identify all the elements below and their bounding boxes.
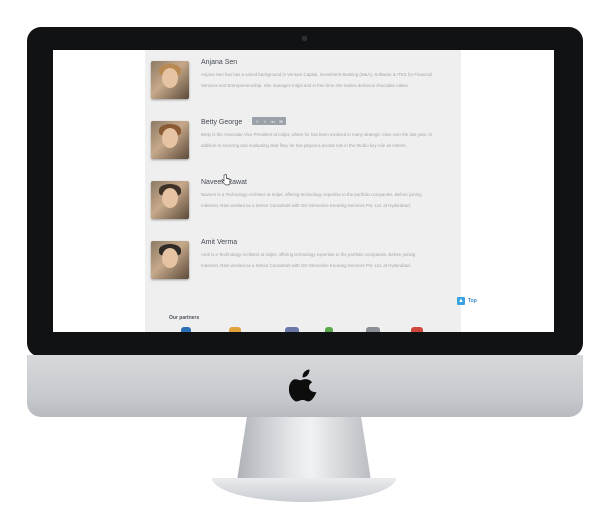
partner-logo[interactable] (366, 327, 380, 332)
member-bio: Naveen is a Technology Architect at Indj… (201, 192, 422, 208)
member-bio: Betty is the Associate Vice President at… (201, 132, 433, 148)
face-shape (162, 188, 178, 208)
twitter-icon[interactable]: t (262, 119, 268, 124)
imac-stand-foot (212, 478, 396, 502)
partner-logo[interactable] (229, 327, 241, 332)
partner-logo[interactable] (285, 327, 299, 332)
face-shape (162, 128, 178, 148)
avatar (151, 121, 189, 159)
back-to-top-link[interactable]: ▲ Top (457, 297, 477, 305)
facebook-icon[interactable]: f (254, 119, 260, 124)
imac-stand (236, 417, 372, 487)
arrow-up-icon: ▲ (457, 297, 465, 305)
apple-logo-icon (289, 369, 317, 402)
member-bio: Anjana Sen has has a varied background i… (201, 72, 432, 88)
member-name[interactable]: Amit Verma (201, 239, 237, 246)
partner-logo[interactable] (325, 327, 333, 332)
screen: Anjana Sen Anjana Sen has has a varied b… (53, 50, 554, 332)
partner-logo[interactable] (181, 327, 191, 332)
avatar (151, 241, 189, 279)
hand-cursor-icon (221, 174, 231, 186)
member-bio: Amit is a Technology Architect at Indjet… (201, 252, 416, 268)
mail-icon[interactable]: ✉ (278, 119, 284, 124)
partner-logo[interactable] (411, 327, 423, 332)
team-page: Anjana Sen Anjana Sen has has a varied b… (145, 50, 477, 332)
camera-icon (302, 36, 307, 41)
social-icons-bar: f t in ✉ (252, 117, 286, 125)
linkedin-icon[interactable]: in (270, 119, 276, 124)
face-shape (162, 248, 178, 268)
avatar (151, 61, 189, 99)
partners-title: Our partners (169, 315, 200, 321)
member-name[interactable]: Betty George (201, 119, 242, 126)
top-label: Top (468, 298, 477, 304)
member-name[interactable]: Anjana Sen (201, 59, 237, 66)
avatar (151, 181, 189, 219)
face-shape (162, 68, 178, 88)
